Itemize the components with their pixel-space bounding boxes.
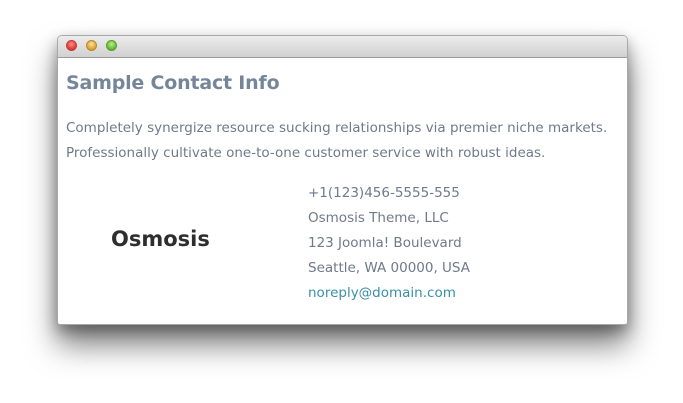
minimize-window-button[interactable] (86, 40, 97, 51)
zoom-window-button[interactable] (106, 40, 117, 51)
page-title: Sample Contact Info (66, 72, 280, 94)
contact-info-section: Sample Contact Info Completely synergize… (58, 58, 627, 324)
window-titlebar[interactable] (58, 36, 627, 58)
email-item: noreply@domain.com (308, 281, 470, 306)
company-name: Osmosis Theme, LLC (308, 210, 449, 226)
phone-number: +1(123)456-5555-555 (308, 185, 460, 201)
screenshot-stage: Sample Contact Info Completely synergize… (0, 0, 683, 403)
contact-details-list: +1(123)456-5555-555 Osmosis Theme, LLC 1… (308, 181, 470, 306)
email-link[interactable]: noreply@domain.com (308, 285, 456, 301)
brand-logo-text: Osmosis (111, 227, 210, 251)
city-state-zip: Seattle, WA 00000, USA (308, 260, 470, 276)
street-address: 123 Joomla! Boulevard (308, 235, 462, 251)
description-line: Professionally cultivate one-to-one cust… (66, 145, 546, 161)
description-line: Completely synergize resource sucking re… (66, 120, 608, 136)
browser-window: Sample Contact Info Completely synergize… (57, 35, 628, 325)
contact-description: Completely synergize resource sucking re… (66, 116, 622, 166)
close-window-button[interactable] (66, 40, 77, 51)
